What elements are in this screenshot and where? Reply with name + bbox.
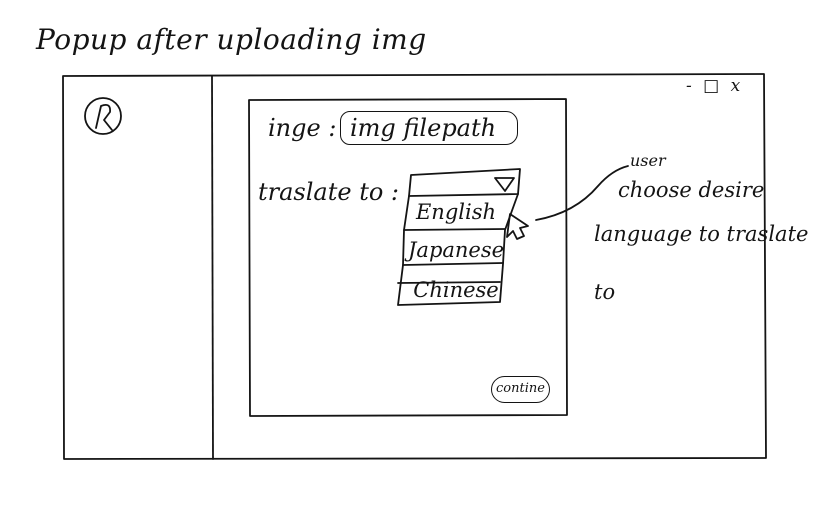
image-filepath-value: img filepath [350, 114, 497, 142]
annotation-arrow-line [535, 165, 629, 221]
image-label: inge : [268, 114, 337, 142]
avatar-icon [84, 97, 122, 135]
mouse-cursor-icon [506, 213, 529, 240]
annotation-line-2: choose desire [618, 178, 765, 202]
annotation-line-1: user [630, 151, 666, 170]
language-option-english[interactable]: English [408, 202, 504, 223]
annotation-line-4: to [594, 280, 616, 304]
sketch-title: Popup after uploading img [36, 23, 427, 56]
window-controls[interactable]: - □ x [686, 78, 743, 95]
translate-to-label: traslate to : [258, 178, 400, 206]
continue-button[interactable]: contine [491, 376, 550, 403]
language-option-chinese[interactable]: Chinese [408, 280, 504, 301]
sidebar-divider [211, 75, 214, 460]
annotation-line-3: language to traslate [594, 222, 809, 246]
language-option-japanese[interactable]: Japanese [408, 240, 504, 261]
dropdown-arrow-icon[interactable] [494, 177, 515, 192]
